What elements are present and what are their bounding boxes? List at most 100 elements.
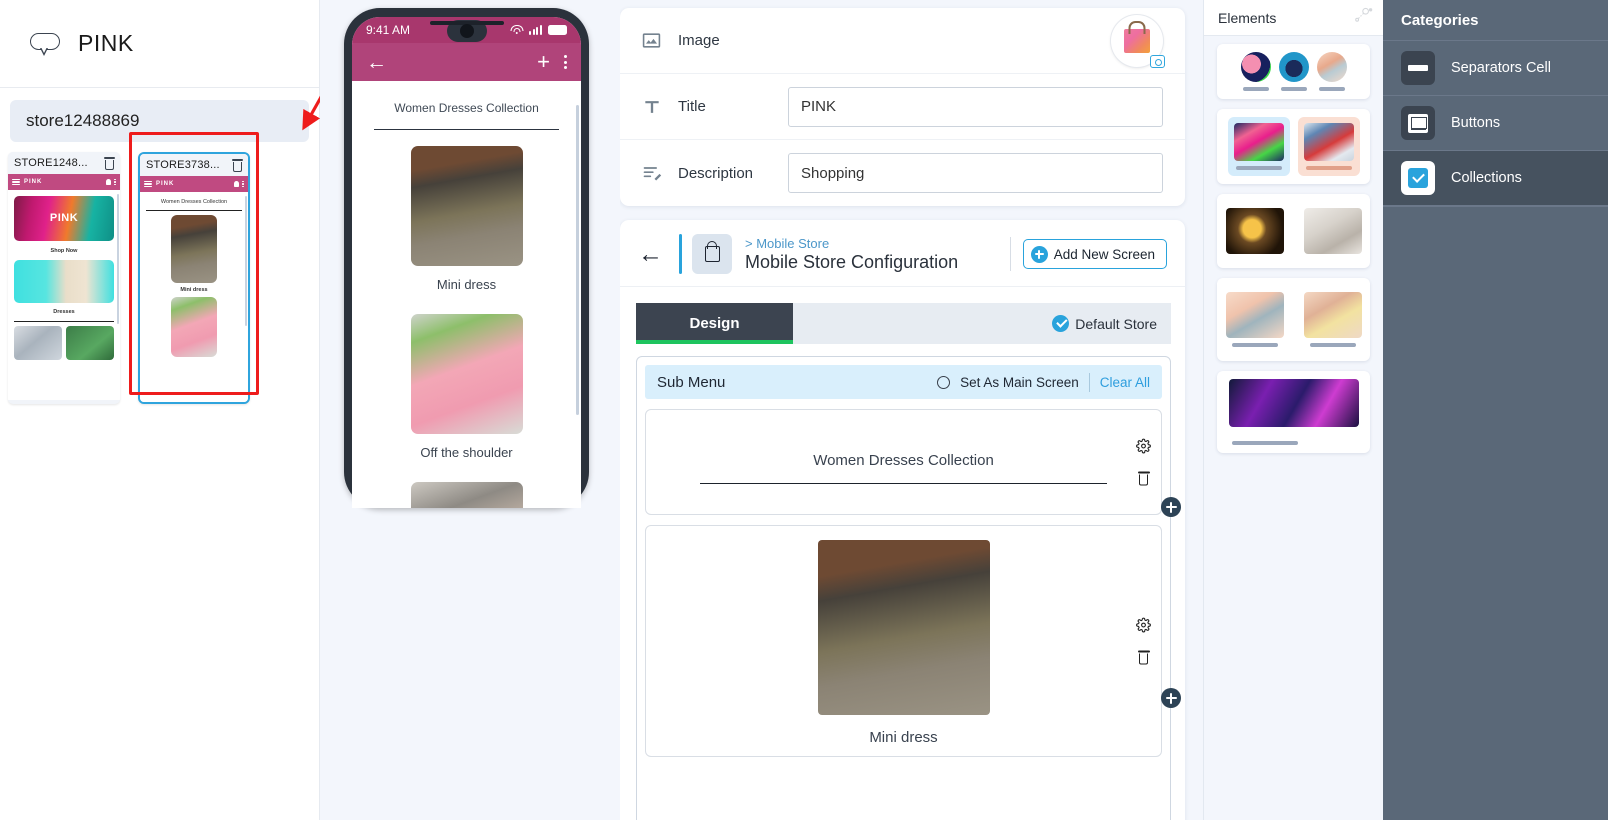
tab-design-label: Design (689, 315, 740, 332)
block-title: Women Dresses Collection (813, 452, 994, 469)
back-arrow-icon[interactable]: ← (366, 52, 387, 73)
element-thumb (1228, 379, 1359, 427)
categories-header: Categories (1383, 0, 1608, 40)
mini-grid-image (66, 326, 114, 360)
category-item-buttons[interactable]: Buttons (1383, 95, 1608, 150)
add-block-button[interactable] (1161, 688, 1181, 708)
phone-camera (459, 24, 474, 38)
title-input[interactable] (788, 86, 1163, 127)
phone-product-image[interactable] (410, 314, 523, 434)
default-store-toggle[interactable]: Default Store (793, 303, 1171, 344)
store-card-title: STORE3738... (146, 159, 220, 171)
divider (1009, 237, 1011, 271)
mini-brand: PINK (24, 179, 43, 185)
element-item[interactable] (1298, 286, 1368, 353)
store-card-selected[interactable]: STORE3738... PINK Women Dresses Collecti… (138, 152, 250, 404)
category-item-separators-cell[interactable]: Separators Cell (1383, 40, 1608, 95)
element-thumb (1316, 52, 1347, 82)
tab-design[interactable]: Design (636, 303, 793, 344)
element-item[interactable] (1220, 202, 1290, 260)
signal-bars-icon (529, 25, 542, 35)
element-item[interactable] (1240, 52, 1271, 91)
store-name-bar[interactable]: store12488869 (10, 100, 309, 142)
element-card-avatar-row[interactable] (1217, 44, 1370, 99)
design-block-separator[interactable]: Women Dresses Collection (645, 409, 1162, 516)
category-label: Buttons (1451, 115, 1501, 131)
element-item[interactable] (1278, 52, 1309, 91)
back-arrow-icon[interactable]: ← (638, 241, 663, 267)
add-block-rail (1141, 0, 1203, 820)
set-as-main-screen-label[interactable]: Set As Main Screen (960, 375, 1079, 390)
kebab-menu-icon[interactable] (564, 54, 567, 70)
set-as-main-screen-radio[interactable] (937, 375, 951, 389)
element-thumb (1278, 52, 1309, 82)
store-card-title: STORE1248... (14, 157, 88, 169)
element-item[interactable] (1220, 286, 1290, 353)
config-header: ← > Mobile Store Mobile Store Configurat… (620, 220, 1185, 287)
element-item[interactable] (1316, 52, 1347, 91)
description-input[interactable] (788, 153, 1163, 193)
breadcrumb[interactable]: > Mobile Store (745, 236, 958, 251)
mini-hero-text: PINK (49, 212, 79, 224)
mini-screen-body: Women Dresses Collection Mini dress (140, 192, 248, 402)
delete-icon[interactable] (232, 158, 243, 172)
element-card-tile-row-selected[interactable] (1217, 109, 1370, 184)
element-placeholder-bar (1309, 343, 1356, 347)
category-label: Collections (1451, 170, 1522, 186)
element-card-tile-row-labeled[interactable] (1217, 278, 1370, 361)
sub-menu-bar: Sub Menu Set As Main Screen Clear All (645, 365, 1162, 399)
config-tabs: Design Default Store (636, 303, 1171, 344)
element-item[interactable] (1227, 117, 1290, 176)
element-placeholder-bar (1242, 87, 1269, 91)
element-placeholder-bar (1318, 87, 1345, 91)
shopping-bag-outline-icon (692, 234, 732, 274)
element-card-wide-tile[interactable] (1217, 371, 1370, 453)
page-title: PINK (78, 30, 134, 56)
phone-product-image[interactable] (410, 482, 523, 508)
mini-grid (12, 326, 116, 360)
mini-caption: Dresses (53, 309, 75, 315)
element-item[interactable] (1297, 117, 1360, 176)
add-new-screen-label: Add New Screen (1053, 246, 1155, 262)
add-block-button[interactable] (1161, 497, 1181, 517)
text-format-icon (642, 97, 678, 117)
element-card-tile-row[interactable] (1217, 194, 1370, 268)
mini-screen-body: PINK Shop Now Dresses (8, 190, 120, 400)
store-card-list: STORE1248... PINK PINK Shop Now Dresses … (0, 142, 319, 404)
connect-pointer-icon[interactable] (1354, 7, 1373, 29)
image-icon (642, 31, 678, 50)
element-item[interactable] (1298, 202, 1368, 260)
mini-product-image (171, 297, 217, 357)
accent-bar (679, 234, 682, 274)
phone-screen: 9:41 AM ← + Women Dresses Collection Min… (352, 17, 581, 508)
delete-icon[interactable] (104, 156, 115, 170)
battery-icon (548, 25, 567, 35)
app-root: PINK store12488869 STORE1248... PINK PIN… (0, 0, 1608, 820)
brand-header: PINK (0, 0, 319, 88)
mini-divider (146, 210, 242, 211)
mobile-store-configuration-card: ← > Mobile Store Mobile Store Configurat… (620, 220, 1185, 820)
phone-product-label: Off the shoulder (420, 445, 513, 460)
design-block-collection-item[interactable]: Mini dress (645, 525, 1162, 758)
block-product-caption: Mini dress (869, 729, 938, 747)
phone-section-title: Women Dresses Collection (394, 101, 539, 115)
form-label: Title (678, 98, 706, 115)
store-card[interactable]: STORE1248... PINK PINK Shop Now Dresses (8, 152, 120, 404)
status-time: 9:41 AM (366, 23, 411, 37)
mini-banner-image (14, 260, 114, 303)
bell-icon (106, 179, 112, 185)
kebab-menu-icon (242, 180, 244, 188)
category-item-collections[interactable]: Collections (1383, 150, 1608, 205)
mini-section-title: Women Dresses Collection (160, 199, 228, 205)
phone-product-image[interactable] (410, 146, 523, 266)
element-placeholder-bar (1231, 343, 1278, 347)
mini-appbar: PINK (8, 174, 120, 190)
kebab-menu-icon (114, 178, 116, 186)
phone-preview-column: 9:41 AM ← + Women Dresses Collection Min… (320, 0, 620, 820)
check-icon (1052, 315, 1070, 332)
store-card-header: STORE3738... (140, 154, 248, 176)
form-row-title: Title (620, 74, 1185, 140)
plus-icon[interactable]: + (537, 51, 550, 73)
mini-divider (14, 321, 114, 322)
categories-divider (1383, 205, 1608, 207)
